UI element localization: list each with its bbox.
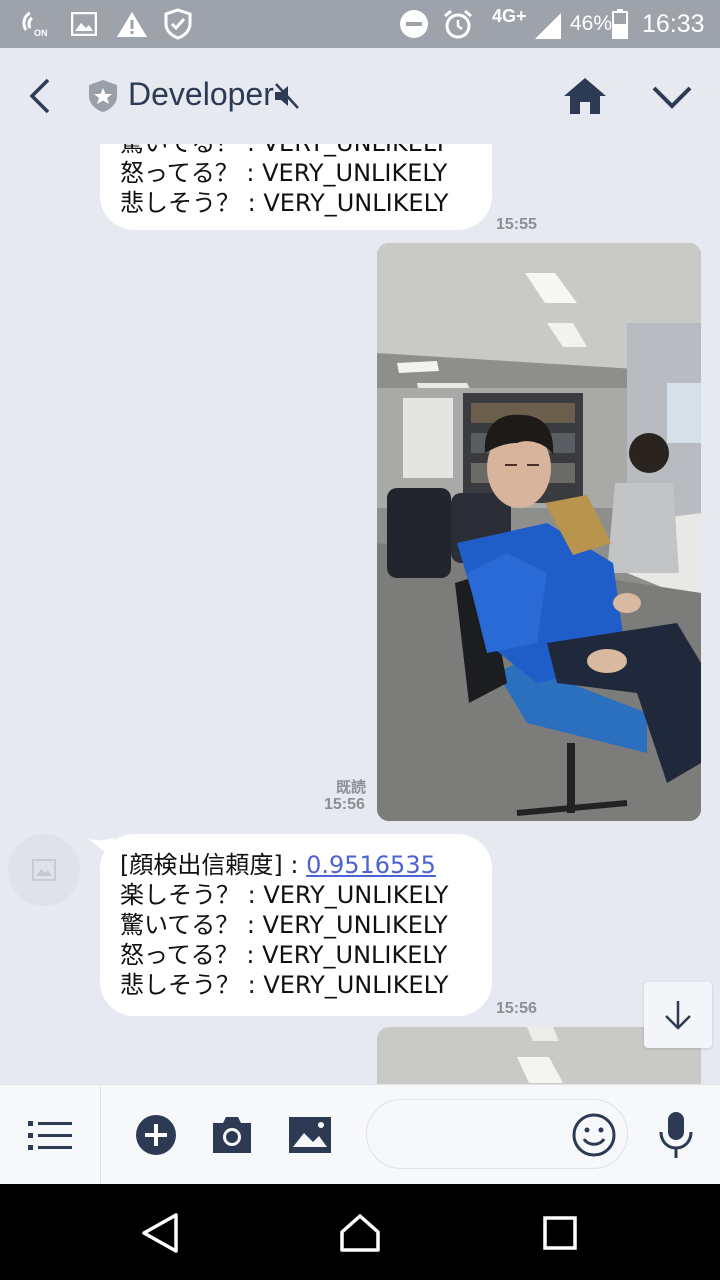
confidence-label: [顔検出信頼度] :	[120, 851, 307, 879]
system-back-button[interactable]	[133, 1206, 187, 1260]
message-toolbar	[0, 1084, 720, 1185]
recents-icon	[543, 1216, 577, 1250]
do-not-disturb-icon	[398, 8, 430, 40]
nfc-on-icon: ON	[20, 8, 52, 40]
confidence-link[interactable]: 0.9516535	[306, 851, 436, 879]
home-icon	[564, 78, 606, 114]
message-line: 悲しそう？ : VERY_UNLIKELY	[120, 189, 449, 217]
message-line: 怒ってる？ : VERY_UNLIKELY	[120, 159, 448, 187]
home-button[interactable]	[562, 76, 608, 116]
message-line: 怒ってる？ : VERY_UNLIKELY	[120, 941, 448, 969]
message-time: 15:56	[496, 1000, 537, 1017]
alarm-icon	[442, 8, 474, 40]
add-icon	[136, 1115, 176, 1155]
office-photo	[377, 243, 701, 821]
shield-star-icon	[86, 78, 120, 114]
battery-percent: 46%	[570, 12, 613, 35]
message-line: 驚いてる？ : VERY_UNLIKELY	[120, 144, 472, 158]
warning-icon	[116, 8, 148, 40]
back-button[interactable]	[18, 74, 62, 118]
gallery-button[interactable]	[284, 1109, 336, 1161]
shield-check-icon	[162, 8, 194, 40]
image-icon	[68, 8, 100, 40]
chevron-down-icon	[652, 86, 692, 109]
back-triangle-icon	[142, 1213, 178, 1253]
message-line: 楽しそう？ : VERY_UNLIKELY	[120, 881, 449, 909]
photo-message[interactable]	[377, 243, 701, 821]
add-button[interactable]	[130, 1109, 182, 1161]
image-placeholder-icon	[32, 859, 56, 881]
system-navbar	[0, 1184, 720, 1280]
emoji-button[interactable]	[568, 1109, 620, 1161]
chat-area[interactable]: 驚いてる？ : VERY_UNLIKELY 怒ってる？ : VERY_UNLIK…	[0, 144, 720, 1084]
gallery-icon	[289, 1117, 331, 1153]
menu-dropdown-button[interactable]	[648, 78, 696, 118]
system-home-button[interactable]	[333, 1206, 387, 1260]
message-time: 15:55	[496, 216, 537, 233]
back-arrow-icon	[29, 78, 50, 114]
home-nav-icon	[340, 1214, 380, 1252]
chat-header: Developer	[0, 48, 720, 144]
toolbar-divider	[100, 1085, 101, 1185]
message-time: 15:56	[324, 796, 365, 813]
microphone-icon	[659, 1112, 693, 1158]
camera-icon	[213, 1117, 251, 1153]
menu-list-icon	[28, 1121, 72, 1150]
mute-icon	[272, 82, 302, 110]
voice-button[interactable]	[650, 1109, 702, 1161]
signal-icon	[532, 10, 564, 42]
message-line: 悲しそう？ : VERY_UNLIKELY	[120, 971, 449, 999]
system-recents-button[interactable]	[533, 1206, 587, 1260]
network-type: 4G+	[492, 6, 527, 26]
chat-title: Developer	[128, 76, 274, 112]
clock: 16:33	[642, 10, 705, 38]
camera-button[interactable]	[206, 1109, 258, 1161]
emoji-icon	[572, 1113, 616, 1157]
message-line: 驚いてる？ : VERY_UNLIKELY	[120, 911, 448, 939]
arrow-down-icon	[665, 1001, 691, 1030]
message-line: [顔検出信頼度] : 0.9516535	[120, 850, 472, 880]
message-bubble[interactable]: [顔検出信頼度] : 0.9516535 楽しそう？ : VERY_UNLIKE…	[100, 834, 492, 1016]
menu-button[interactable]	[24, 1109, 76, 1161]
sender-avatar[interactable]	[8, 834, 80, 906]
read-receipt: 既読	[336, 778, 367, 796]
status-bar: ON 4G+ 46% 16:33	[0, 0, 720, 48]
battery-icon	[610, 8, 630, 40]
message-bubble[interactable]: 驚いてる？ : VERY_UNLIKELY 怒ってる？ : VERY_UNLIK…	[100, 144, 492, 230]
svg-text:ON: ON	[34, 28, 48, 38]
scroll-to-bottom-button[interactable]	[644, 982, 712, 1048]
